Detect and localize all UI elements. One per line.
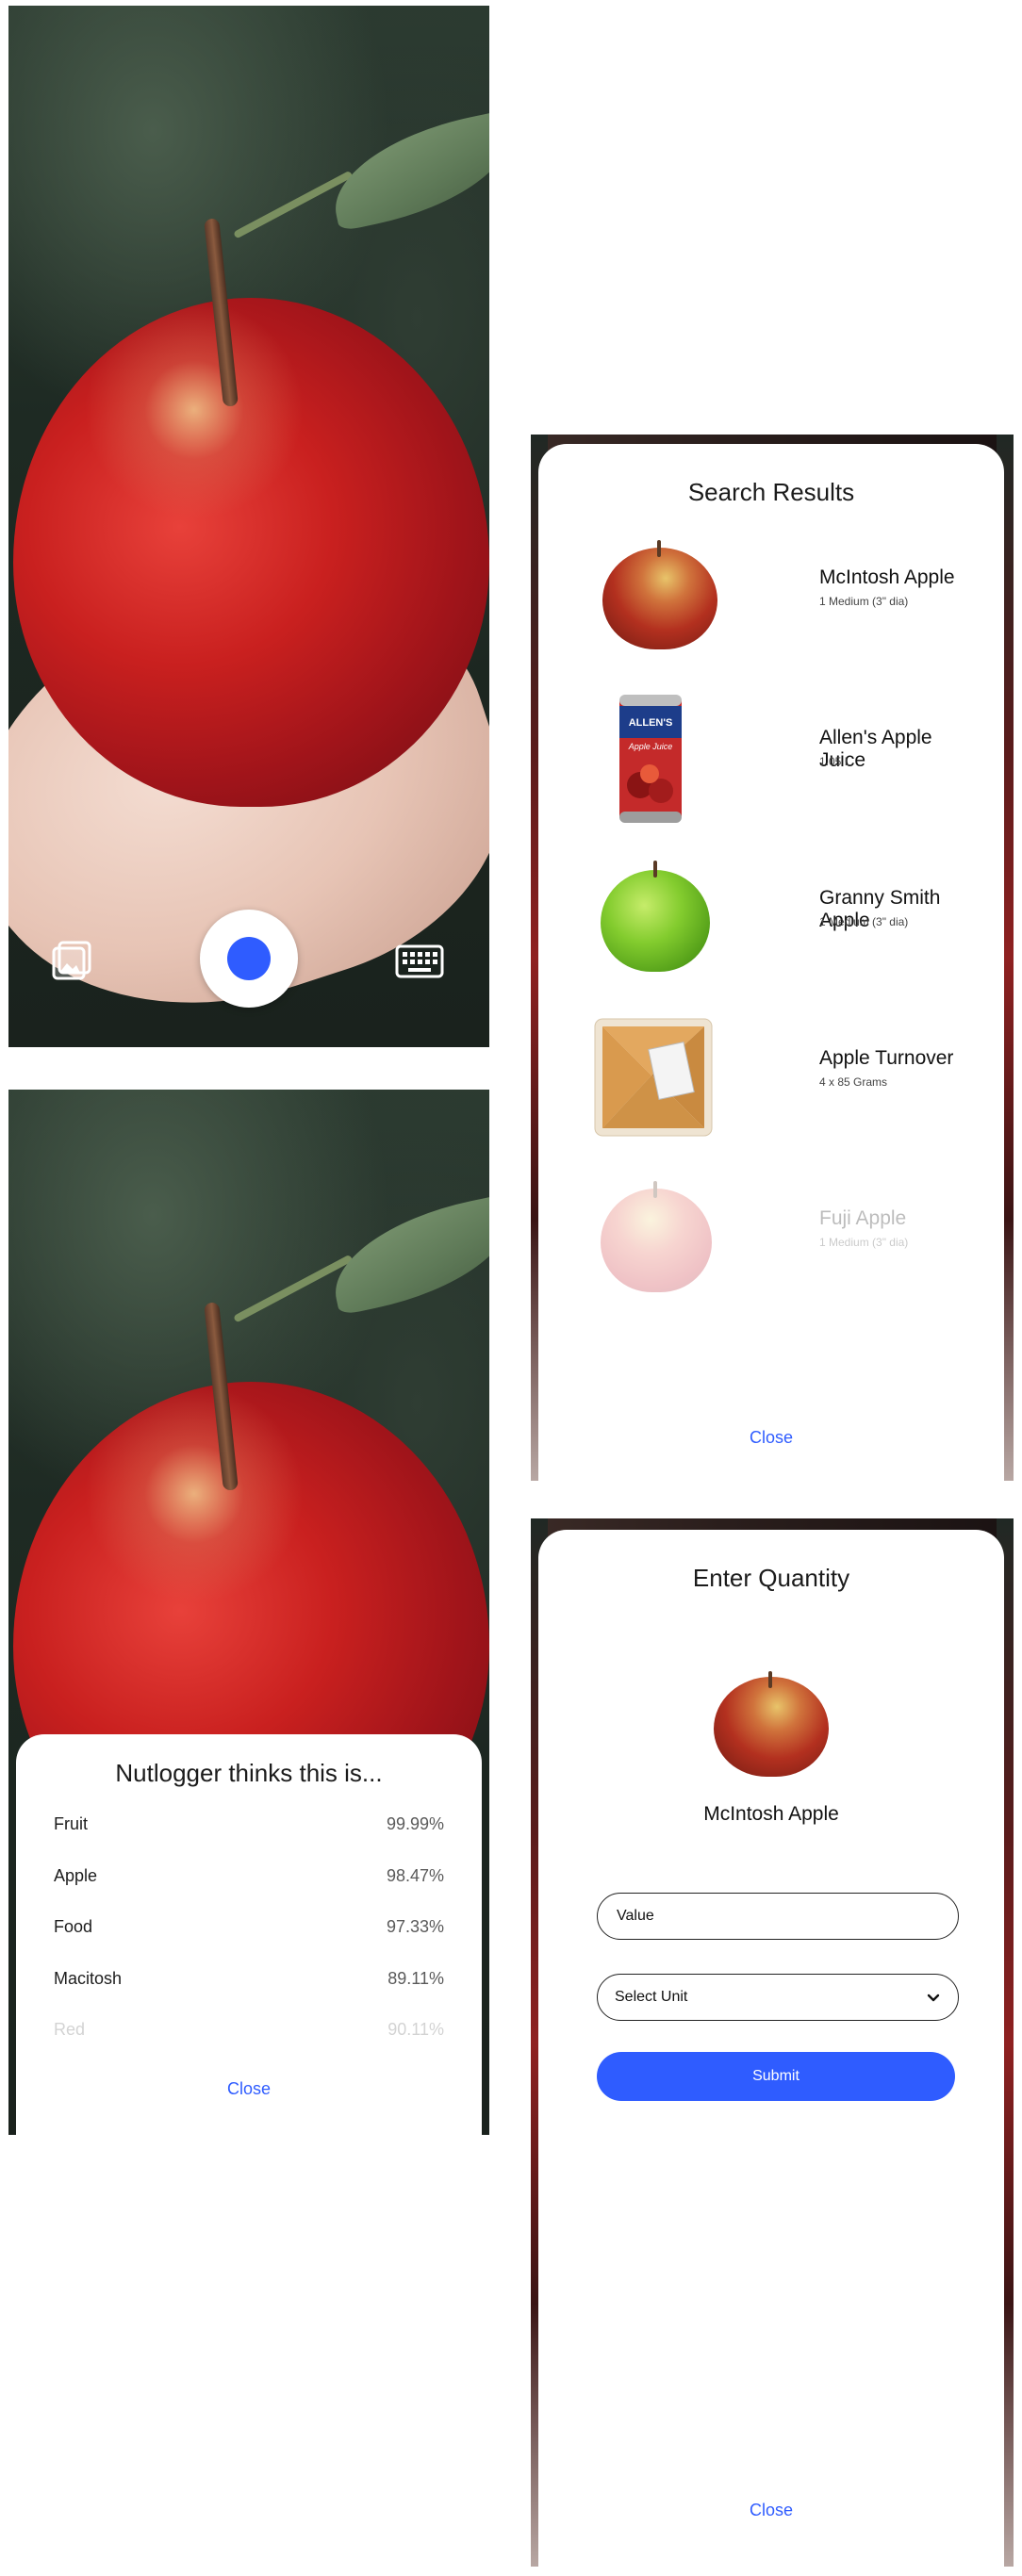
apple-image (13, 298, 489, 807)
camera-preview (8, 6, 489, 1047)
close-button[interactable]: Close (16, 2079, 482, 2099)
shutter-button[interactable] (200, 910, 298, 1008)
result-serving: 1 Medium (3" dia) (819, 595, 909, 608)
apple-shape (601, 1189, 712, 1292)
prediction-confidence: 90.11% (387, 2019, 444, 2039)
capture-dot (227, 937, 271, 980)
prediction-screen-background: Nutlogger thinks this is... Fruit 99.99%… (8, 1090, 489, 2135)
prediction-row[interactable]: Red 90.11% (54, 2004, 444, 2055)
result-serving: 1.05 L (819, 755, 851, 768)
keyboard-icon[interactable] (395, 944, 444, 978)
enter-quantity-card: Enter Quantity McIntosh Apple Select Uni… (538, 1530, 1004, 2567)
predictions-title: Nutlogger thinks this is... (115, 1759, 383, 1787)
prediction-row[interactable]: Apple 98.47% (54, 1850, 444, 1901)
prediction-row[interactable]: Food 97.33% (54, 1901, 444, 1952)
turnover-pack-image (594, 1018, 713, 1137)
value-field[interactable] (597, 1893, 959, 1940)
unit-select[interactable]: Select Unit (597, 1974, 959, 2021)
mcintosh-apple-image (712, 1671, 831, 1779)
can-label-text: Apple Juice (628, 742, 673, 751)
search-result-item[interactable]: ALLEN'S Apple Juice Allen's Apple Juice … (595, 691, 976, 823)
apple-shape (602, 548, 717, 649)
close-button[interactable]: Close (538, 1428, 1004, 1448)
apple-stem (653, 1181, 657, 1198)
result-name: Apple Turnover (819, 1047, 954, 1069)
search-result-item[interactable]: Apple Turnover 4 x 85 Grams (594, 1011, 976, 1137)
search-results-title: Search Results (687, 478, 855, 506)
apple-shape (714, 1677, 829, 1777)
prediction-label: Food (54, 1916, 93, 1936)
apple-juice-can-image: ALLEN'S Apple Juice (595, 695, 708, 823)
search-results-screen: Search Results McIntosh Apple 1 Medium (… (531, 435, 1014, 1481)
prediction-row[interactable]: Macitosh 89.11% (54, 1953, 444, 2004)
prediction-confidence: 97.33% (386, 1916, 444, 1936)
close-button[interactable]: Close (538, 2501, 1004, 2520)
chevron-down-icon (926, 1990, 941, 2010)
fuji-apple-image (595, 1181, 712, 1292)
mcintosh-apple-image (595, 540, 717, 649)
search-result-item[interactable]: Fuji Apple 1 Medium (3" dia) (595, 1172, 976, 1294)
enter-quantity-screen: Enter Quantity McIntosh Apple Select Uni… (531, 1518, 1014, 2567)
result-serving: 1 Medium (3" dia) (819, 1236, 909, 1249)
unit-select-label: Select Unit (615, 1989, 688, 2005)
predictions-sheet: Nutlogger thinks this is... Fruit 99.99%… (16, 1734, 482, 2135)
apple-stem (657, 540, 661, 557)
prediction-label: Red (54, 2019, 86, 2039)
result-name: McIntosh Apple (819, 566, 955, 588)
gallery-icon[interactable] (52, 941, 91, 980)
prediction-label: Fruit (54, 1813, 88, 1833)
search-result-item[interactable]: McIntosh Apple 1 Medium (3" dia) (595, 531, 976, 653)
search-results-card: Search Results McIntosh Apple 1 Medium (… (538, 444, 1004, 1481)
apple-stem (768, 1671, 772, 1688)
prediction-row[interactable]: Fruit 99.99% (54, 1798, 444, 1849)
value-input[interactable] (615, 1907, 901, 1926)
prediction-confidence: 89.11% (387, 1968, 444, 1988)
result-name: Fuji Apple (819, 1207, 907, 1229)
selected-item-name: McIntosh Apple (703, 1803, 839, 1825)
apple-shape (601, 870, 710, 972)
green-apple-image (595, 861, 710, 972)
result-serving: 1 Medium (3" dia) (819, 915, 909, 928)
prediction-label: Apple (54, 1865, 98, 1885)
can-brand-text: ALLEN'S (628, 717, 673, 729)
prediction-confidence: 98.47% (386, 1865, 444, 1885)
result-serving: 4 x 85 Grams (819, 1075, 888, 1089)
search-result-item[interactable]: Granny Smith Apple 1 Medium (3" dia) (595, 851, 976, 974)
enter-quantity-title: Enter Quantity (692, 1564, 850, 1592)
apple-stem (653, 861, 657, 878)
submit-button[interactable]: Submit (597, 2052, 955, 2101)
prediction-label: Macitosh (54, 1968, 123, 1988)
prediction-confidence: 99.99% (386, 1813, 444, 1833)
